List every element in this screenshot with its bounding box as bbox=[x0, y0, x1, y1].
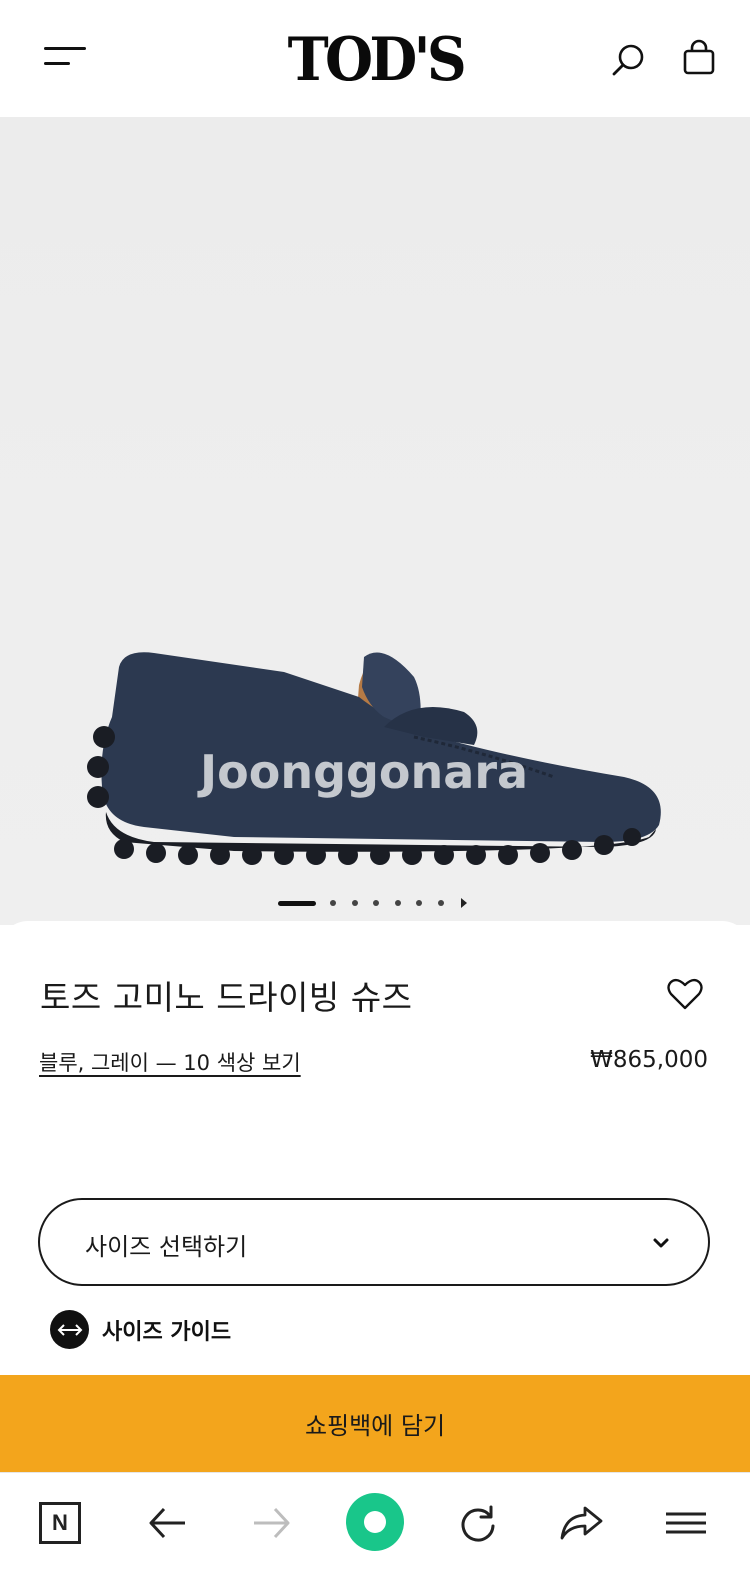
hamburger-icon[interactable] bbox=[44, 44, 88, 70]
refresh-icon[interactable] bbox=[450, 1495, 506, 1551]
color-options-link[interactable]: 블루, 그레이 — 10 색상 보기 bbox=[39, 1047, 301, 1077]
back-arrow-icon[interactable] bbox=[139, 1495, 195, 1551]
add-to-bag-label: 쇼핑백에 담기 bbox=[304, 1412, 446, 1440]
pagination-dot[interactable] bbox=[351, 900, 358, 906]
pagination-dot[interactable] bbox=[373, 900, 379, 906]
watermark: Joonggonara bbox=[200, 745, 529, 799]
size-guide-link[interactable]: 사이즈 가이드 bbox=[50, 1310, 231, 1349]
double-arrow-icon bbox=[50, 1310, 89, 1349]
shopping-bag-icon[interactable] bbox=[680, 38, 718, 78]
product-image-gallery[interactable]: Joonggonara bbox=[0, 117, 750, 925]
pagination-dot-active[interactable] bbox=[278, 900, 316, 906]
pagination-dot[interactable] bbox=[416, 900, 422, 906]
browser-toolbar: N bbox=[0, 1472, 750, 1572]
add-to-bag-button[interactable]: 쇼핑백에 담기 bbox=[0, 1375, 750, 1472]
search-icon[interactable] bbox=[609, 40, 649, 80]
pagination-dot[interactable] bbox=[394, 900, 401, 906]
naver-n-icon[interactable]: N bbox=[32, 1495, 88, 1551]
forward-arrow-icon[interactable] bbox=[244, 1495, 300, 1551]
size-select-label: 사이즈 선택하기 bbox=[85, 1233, 248, 1261]
product-title: 토즈 고미노 드라이빙 슈즈 bbox=[40, 978, 413, 1017]
product-info-panel: 토즈 고미노 드라이빙 슈즈 블루, 그레이 — 10 색상 보기 ₩865,0… bbox=[0, 921, 750, 1376]
top-header: TOD'S bbox=[0, 0, 750, 117]
pagination-next-icon[interactable] bbox=[461, 898, 467, 908]
pagination-dot[interactable] bbox=[437, 900, 444, 906]
size-select-dropdown[interactable]: 사이즈 선택하기 bbox=[38, 1198, 710, 1286]
menu-icon[interactable] bbox=[658, 1495, 714, 1551]
home-circle-icon[interactable] bbox=[344, 1491, 406, 1553]
product-price: ₩865,000 bbox=[590, 1047, 708, 1073]
share-icon[interactable] bbox=[553, 1495, 609, 1551]
carousel-pagination[interactable] bbox=[278, 897, 467, 909]
brand-logo[interactable]: TOD'S bbox=[287, 30, 466, 90]
heart-outline-icon[interactable] bbox=[667, 977, 703, 1011]
pagination-dot[interactable] bbox=[330, 900, 336, 906]
size-guide-label: 사이즈 가이드 bbox=[102, 1319, 232, 1345]
chevron-down-icon bbox=[653, 1238, 669, 1248]
